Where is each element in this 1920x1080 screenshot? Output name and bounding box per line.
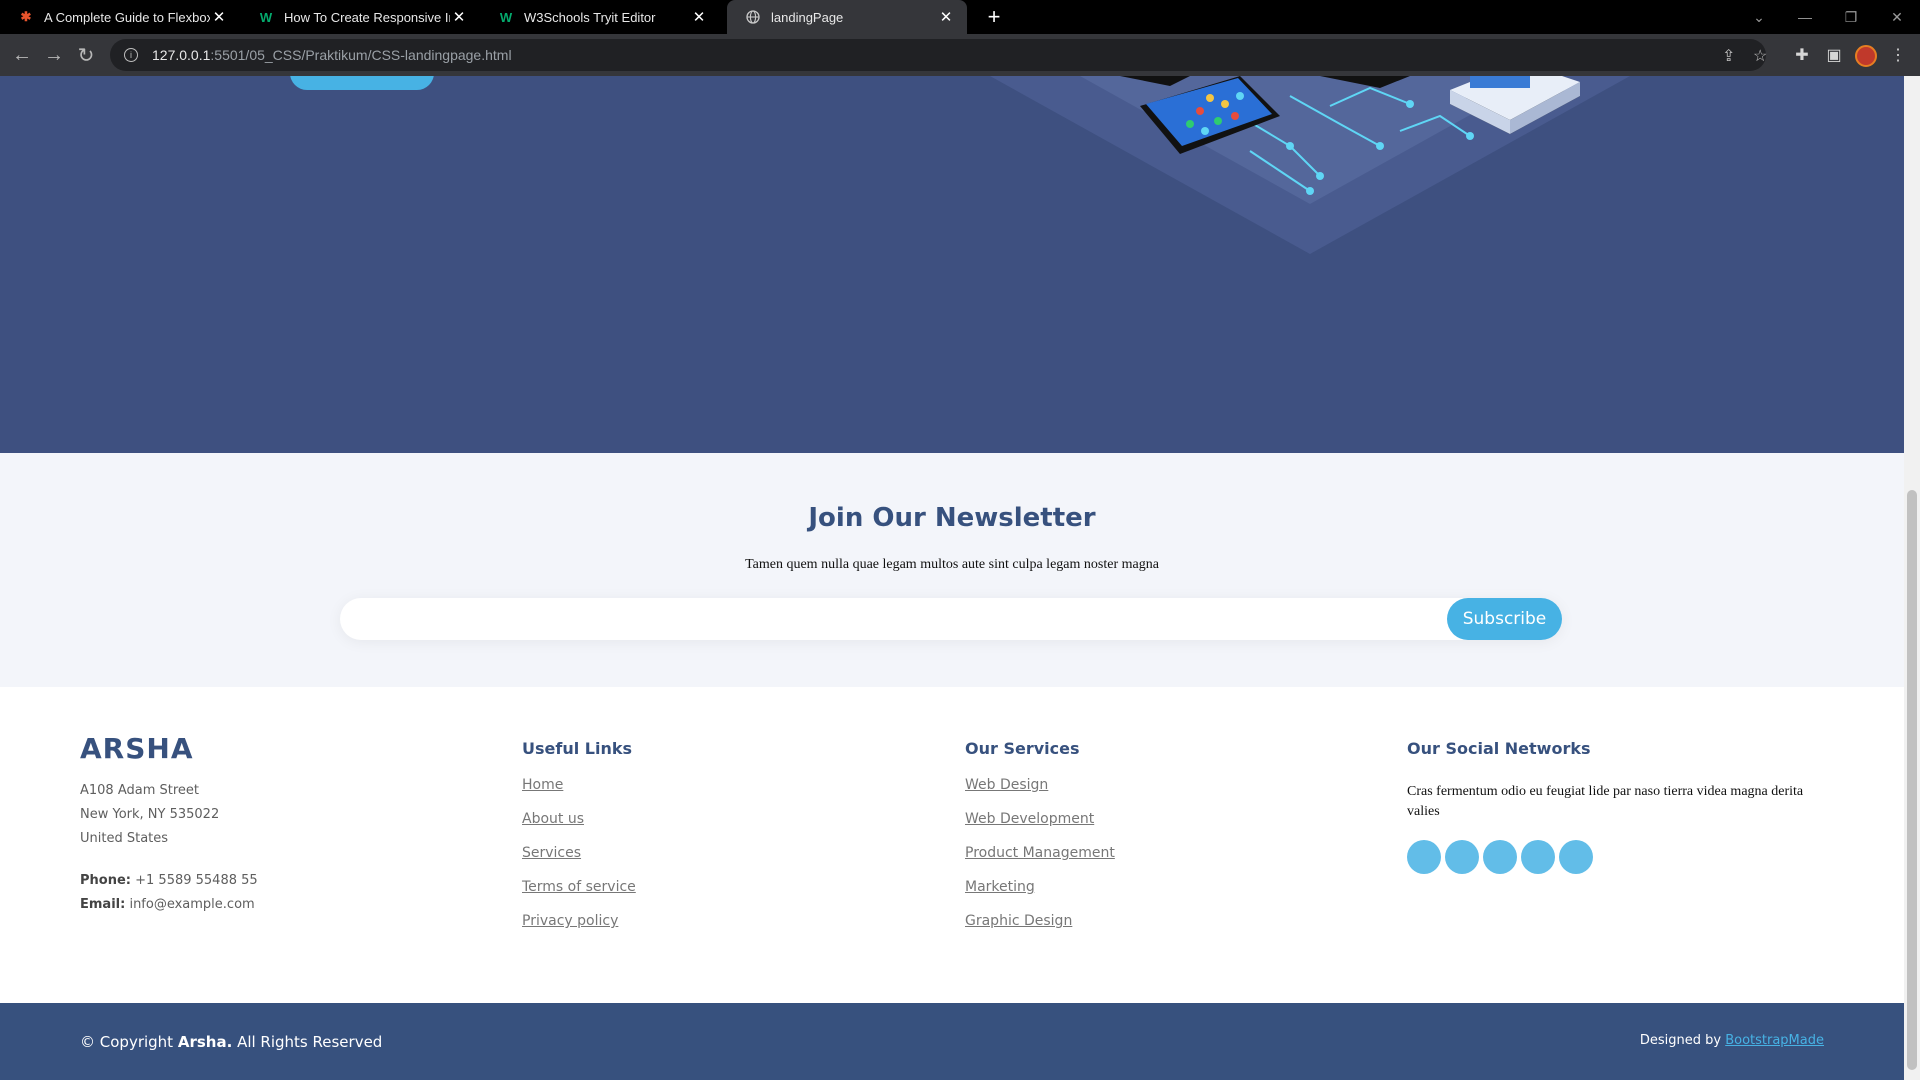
useful-links-list: Home About us Services Terms of service …: [522, 776, 636, 946]
tab-css-tricks[interactable]: ✱ A Complete Guide to Flexbox | C ✕: [0, 0, 240, 34]
newsletter-text: Tamen quem nulla quae legam multos aute …: [745, 557, 1159, 572]
social-networks-title: Our Social Networks: [1407, 739, 1591, 758]
w3schools-icon: W: [259, 9, 273, 25]
footer-link-privacy[interactable]: Privacy policy: [522, 913, 618, 929]
credits-prefix: Designed by: [1639, 1033, 1722, 1048]
address-line: A108 Adam Street: [80, 783, 200, 798]
forward-icon[interactable]: →: [40, 41, 68, 69]
footer-brand: ARSHA: [80, 732, 194, 765]
credits-text: Designed by BootstrapMade: [1640, 1033, 1824, 1048]
footer-link-services[interactable]: Services: [522, 845, 581, 861]
bookmark-star-icon[interactable]: ☆: [1753, 46, 1767, 66]
menu-icon[interactable]: ⋮: [1886, 43, 1910, 67]
footer-bottom: © Copyright Arsha. All Rights Reserved D…: [0, 1003, 1904, 1080]
phone-value: +1 5589 55488 55: [135, 873, 258, 888]
social-button-5[interactable]: [1559, 840, 1593, 874]
reload-icon[interactable]: ↻: [72, 41, 100, 69]
hero-illustration: [990, 76, 1630, 254]
url-host: 127.0.0.1: [152, 47, 211, 63]
our-services-title: Our Services: [965, 739, 1080, 758]
email-value: info@example.com: [129, 897, 255, 912]
copyright-prefix: © Copyright: [80, 1033, 174, 1051]
w3schools-icon: W: [499, 9, 513, 25]
close-icon[interactable]: ✕: [450, 8, 468, 26]
email-label: Email:: [80, 897, 126, 912]
close-window-icon[interactable]: ✕: [1874, 0, 1920, 34]
newsletter-title: Join Our Newsletter: [808, 503, 1096, 533]
newsletter-email-input[interactable]: [356, 604, 1416, 634]
share-icon[interactable]: ⇪: [1722, 46, 1735, 66]
new-tab-button[interactable]: +: [977, 0, 1011, 34]
footer-top: ARSHA A108 Adam Street New York, NY 5350…: [0, 687, 1904, 1003]
globe-icon: [745, 9, 761, 25]
phone-label: Phone:: [80, 873, 131, 888]
service-link-web-development[interactable]: Web Development: [965, 811, 1094, 827]
footer-address: A108 Adam Street New York, NY 535022 Uni…: [80, 779, 258, 851]
get-started-button[interactable]: [290, 76, 434, 90]
social-button-1[interactable]: [1407, 840, 1441, 874]
tab-responsive-image[interactable]: W How To Create Responsive Image ✕: [240, 0, 480, 34]
newsletter-section: Join Our Newsletter Tamen quem nulla qua…: [0, 453, 1904, 687]
bootstrapmade-link[interactable]: BootstrapMade: [1725, 1033, 1824, 1048]
service-link-web-design[interactable]: Web Design: [965, 777, 1048, 793]
side-panel-icon[interactable]: ▣: [1822, 43, 1846, 67]
close-icon[interactable]: ✕: [210, 8, 228, 26]
back-icon[interactable]: ←: [8, 41, 36, 69]
footer-link-terms[interactable]: Terms of service: [522, 879, 636, 895]
browser-toolbar: ← → ↻ i 127.0.0.1:5501/05_CSS/Praktikum/…: [0, 34, 1920, 76]
extensions-icon[interactable]: ✚: [1790, 43, 1814, 67]
close-icon[interactable]: ✕: [690, 8, 708, 26]
site-info-icon[interactable]: i: [124, 48, 138, 62]
tab-title: How To Create Responsive Image: [284, 9, 450, 25]
hero-section: [0, 76, 1904, 453]
copyright-suffix: All Rights Reserved: [237, 1033, 383, 1051]
copyright-text: © Copyright Arsha. All Rights Reserved: [80, 1033, 382, 1051]
social-description: Cras fermentum odio eu feugiat lide par …: [1407, 784, 1804, 819]
tab-landing-page[interactable]: landingPage ✕: [727, 0, 967, 34]
social-button-2[interactable]: [1445, 840, 1479, 874]
footer-contact: Phone: +1 5589 55488 55 Email: info@exam…: [80, 869, 258, 917]
footer-link-home[interactable]: Home: [522, 777, 563, 793]
tab-tryit-editor[interactable]: W W3Schools Tryit Editor ✕: [480, 0, 720, 34]
service-link-product-management[interactable]: Product Management: [965, 845, 1115, 861]
address-bar[interactable]: i 127.0.0.1:5501/05_CSS/Praktikum/CSS-la…: [110, 39, 1766, 71]
scrollbar-thumb[interactable]: [1907, 490, 1917, 1070]
footer-contact-column: ARSHA A108 Adam Street New York, NY 5350…: [80, 732, 258, 917]
address-line: New York, NY 535022: [80, 807, 220, 822]
page-viewport: Join Our Newsletter Tamen quem nulla qua…: [0, 76, 1904, 1080]
css-tricks-icon: ✱: [20, 9, 32, 24]
tab-title: W3Schools Tryit Editor: [524, 9, 656, 25]
footer-social-column: Our Social Networks Cras fermentum odio …: [1407, 739, 1807, 874]
restore-icon[interactable]: ❐: [1828, 0, 1874, 34]
url-path: :5501/05_CSS/Praktikum/CSS-landingpage.h…: [210, 47, 512, 63]
copyright-brand: Arsha.: [177, 1033, 233, 1051]
social-links: [1407, 840, 1807, 874]
service-link-graphic-design[interactable]: Graphic Design: [965, 913, 1072, 929]
address-line: United States: [80, 831, 169, 846]
footer-useful-links-column: Useful Links Home About us Services Term…: [522, 739, 636, 946]
tab-title: landingPage: [771, 9, 844, 25]
tab-title: A Complete Guide to Flexbox | C: [44, 9, 210, 25]
profile-avatar[interactable]: [1855, 45, 1877, 67]
subscribe-button[interactable]: Subscribe: [1447, 598, 1562, 640]
tab-strip: ✱ A Complete Guide to Flexbox | C ✕ W Ho…: [0, 0, 1920, 34]
footer-link-about[interactable]: About us: [522, 811, 584, 827]
footer-services-column: Our Services Web Design Web Development …: [965, 739, 1115, 946]
page-scrollbar[interactable]: [1904, 76, 1920, 1080]
newsletter-form: Subscribe: [340, 598, 1562, 640]
service-link-marketing[interactable]: Marketing: [965, 879, 1035, 895]
services-list: Web Design Web Development Product Manag…: [965, 776, 1115, 946]
minimize-icon[interactable]: —: [1782, 0, 1828, 34]
close-icon[interactable]: ✕: [937, 8, 955, 26]
social-button-4[interactable]: [1521, 840, 1555, 874]
tab-search-icon[interactable]: ⌄: [1736, 0, 1782, 34]
useful-links-title: Useful Links: [522, 739, 633, 758]
social-button-3[interactable]: [1483, 840, 1517, 874]
